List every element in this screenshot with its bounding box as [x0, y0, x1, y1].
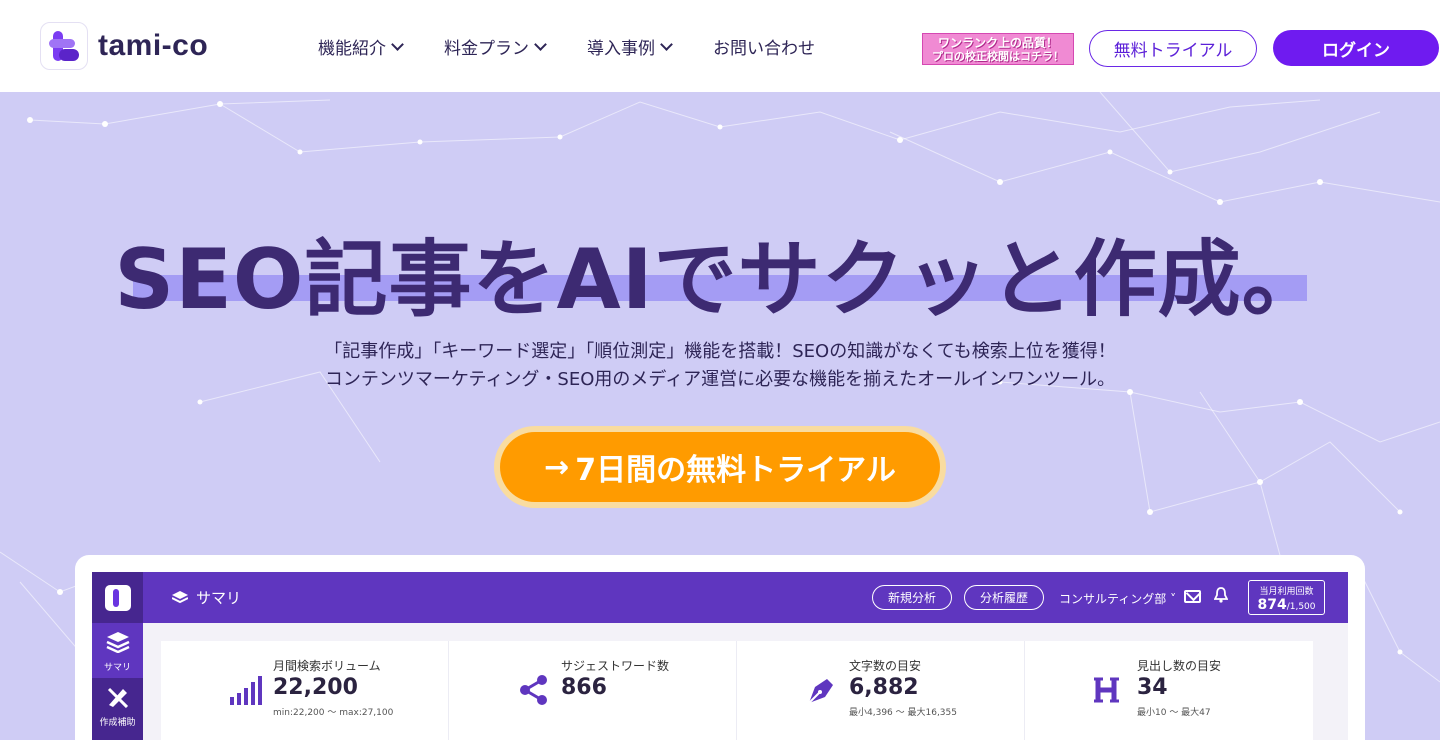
new-analysis-button[interactable]: 新規分析: [872, 585, 952, 610]
bell-icon[interactable]: [1214, 587, 1228, 603]
stat-value: 866: [561, 675, 607, 700]
chevron-down-icon: [534, 37, 547, 51]
usage-value: 874/1,500: [1257, 597, 1316, 613]
app-header: サマリ 新規分析 分析履歴 コンサルティング部 ˅ 当月利用回数 874/1,5…: [92, 572, 1348, 623]
logo-text: tami-co: [98, 29, 209, 62]
main-nav: 機能紹介 料金プラン 導入事例 お問い合わせ: [318, 34, 857, 59]
department-selector[interactable]: コンサルティング部 ˅: [1059, 590, 1176, 607]
heading-icon: [1094, 677, 1119, 703]
sidebar-item-label: 作成補助: [99, 718, 136, 728]
stat-value: 6,882: [849, 675, 919, 700]
stat-card-char-count: 文字数の目安 6,882 最小4,396 〜 最大16,355: [737, 641, 1025, 740]
banner-line2: プロの校正校閲はコチラ！: [932, 49, 1064, 63]
app-sidebar: サマリ 作成補助: [92, 623, 143, 740]
nav-item-contact[interactable]: お問い合わせ: [713, 34, 815, 59]
app-logo-icon: [92, 572, 143, 623]
hero-subtitle-line2: コンテンツマーケティング・SEO用のメディア運営に必要な機能を揃えたオールインワ…: [324, 369, 1116, 390]
nav-item-pricing[interactable]: 料金プラン: [444, 34, 547, 59]
department-label: コンサルティング部: [1059, 592, 1167, 606]
chevron-down-icon: [660, 37, 673, 51]
logo[interactable]: tami-co: [40, 22, 208, 70]
logo-icon: [40, 22, 88, 70]
stat-label: 文字数の目安: [849, 659, 922, 673]
arrow-right-icon: →: [544, 449, 570, 485]
hero-title: SEO記事をAIでサクッと作成。: [114, 231, 1326, 328]
app-main: 月間検索ボリューム 22,200 min:22,200 〜 max:27,100…: [143, 623, 1348, 740]
nav-item-label: お問い合わせ: [713, 39, 815, 59]
pencil-ruler-icon: [107, 687, 128, 709]
chevron-down-icon: ˅: [1170, 592, 1177, 606]
app-title-text: サマリ: [196, 589, 242, 607]
proofreading-banner[interactable]: ワンランク上の品質！ プロの校正校閲はコチラ！: [922, 33, 1074, 65]
hero-subtitle-line1: 「記事作成」「キーワード選定」「順位測定」機能を搭載！SEOの知識がなくても検索…: [324, 341, 1116, 362]
sidebar-item-label: サマリ: [103, 663, 131, 673]
cta-glow: → 7日間の無料トライアル: [494, 426, 946, 508]
chevron-down-icon: [391, 37, 404, 51]
stat-note: 最小4,396 〜 最大16,355: [849, 708, 957, 718]
stat-label: 月間検索ボリューム: [273, 659, 381, 673]
stat-note: 最小10 〜 最大47: [1137, 708, 1211, 718]
nav-item-label: 料金プラン: [444, 39, 529, 59]
hero-section: SEO記事をAIでサクッと作成。 「記事作成」「キーワード選定」「順位測定」機能…: [0, 92, 1440, 740]
free-trial-cta-button[interactable]: → 7日間の無料トライアル: [500, 432, 940, 502]
sidebar-item-summary[interactable]: サマリ: [92, 623, 143, 678]
layers-icon: [105, 632, 130, 654]
layers-icon: [172, 590, 188, 603]
cta-label: 7日間の無料トライアル: [575, 453, 896, 488]
login-button[interactable]: ログイン: [1273, 30, 1439, 66]
sidebar-item-writing-assist[interactable]: 作成補助: [92, 678, 143, 733]
analysis-history-button[interactable]: 分析履歴: [964, 585, 1044, 610]
app-page-title: サマリ: [172, 587, 241, 608]
nav-item-label: 導入事例: [587, 39, 655, 59]
usage-label: 当月利用回数: [1259, 587, 1314, 597]
nav-item-features[interactable]: 機能紹介: [318, 34, 404, 59]
stat-card-suggest-words: サジェストワード数 866: [449, 641, 737, 740]
dashboard-preview: サマリ 新規分析 分析履歴 コンサルティング部 ˅ 当月利用回数 874/1,5…: [75, 555, 1365, 740]
stat-card-search-volume: 月間検索ボリューム 22,200 min:22,200 〜 max:27,100: [161, 641, 449, 740]
stat-value: 34: [1137, 675, 1168, 700]
free-trial-button[interactable]: 無料トライアル: [1089, 30, 1257, 67]
stat-card-heading-count: 見出し数の目安 34 最小10 〜 最大47: [1025, 641, 1313, 740]
stat-note: min:22,200 〜 max:27,100: [273, 708, 394, 718]
stat-label: サジェストワード数: [561, 659, 670, 673]
pen-nib-icon: [808, 679, 833, 704]
share-icon: [520, 675, 547, 705]
site-header: tami-co 機能紹介 料金プラン 導入事例 お問い合わせ ワンランク上の品質…: [0, 0, 1440, 92]
nav-item-cases[interactable]: 導入事例: [587, 34, 673, 59]
mail-icon[interactable]: [1184, 590, 1201, 603]
nav-item-label: 機能紹介: [318, 39, 386, 59]
stat-label: 見出し数の目安: [1137, 659, 1222, 673]
signal-bars-icon: [230, 676, 262, 705]
banner-line1: ワンランク上の品質！: [937, 35, 1058, 50]
stat-value: 22,200: [273, 675, 358, 700]
monthly-usage-counter: 当月利用回数 874/1,500: [1248, 580, 1325, 615]
